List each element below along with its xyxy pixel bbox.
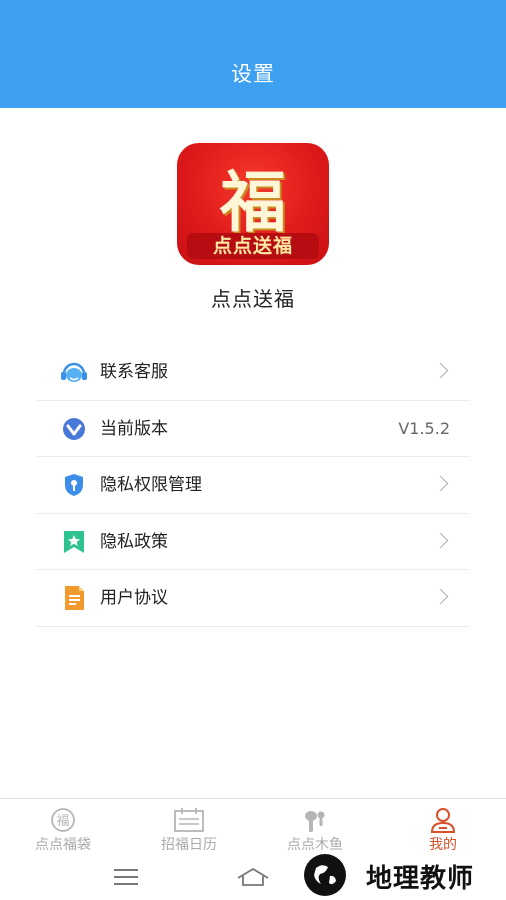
logo-fu-character: 福 (220, 163, 286, 241)
watermark: 地理教师 (294, 852, 504, 900)
chevron-right-icon (432, 475, 449, 492)
tab-label: 招福日历 (161, 837, 217, 853)
app-name: 点点送福 (211, 287, 295, 311)
menu-label: 联系客服 (100, 362, 168, 382)
chevron-right-icon (432, 532, 449, 548)
bookmark-star-icon (64, 530, 84, 553)
calendar-icon (174, 808, 204, 832)
menu-icon[interactable] (114, 869, 138, 890)
chevron-right-icon (432, 588, 449, 605)
menu-item-privacy-permissions[interactable]: 隐私权限管理 (36, 457, 470, 514)
logo-band-text: 点点送福 (187, 233, 319, 259)
tab-label: 点点福袋 (35, 837, 91, 853)
menu-item-user-agreement[interactable]: 用户协议 (36, 570, 470, 627)
page-title: 设置 (231, 62, 275, 86)
menu-label: 当前版本 (100, 418, 168, 439)
menu-item-current-version[interactable]: 当前版本 V1.5.2 (36, 401, 470, 457)
svg-text:福: 福 (56, 814, 69, 829)
menu-label: 用户协议 (100, 588, 168, 608)
menu-label: 隐私权限管理 (100, 475, 202, 495)
tab-wooden-fish[interactable]: 点点木鱼 (252, 799, 378, 857)
customer-service-icon (61, 362, 87, 382)
chevron-right-icon (432, 362, 449, 379)
settings-menu: 联系客服 当前版本 V1.5.2 隐私权限管理 隐私政策 用户协议 (36, 344, 470, 627)
wooden-fish-icon (305, 811, 325, 832)
privacy-shield-icon (65, 474, 83, 496)
menu-item-privacy-policy[interactable]: 隐私政策 (36, 514, 470, 570)
top-header: 设置 (0, 0, 506, 108)
watermark-text: 地理教师 (366, 864, 475, 894)
menu-label: 隐私政策 (100, 531, 168, 552)
tab-label: 点点木鱼 (287, 837, 343, 853)
tab-label: 我的 (429, 837, 457, 853)
version-icon (63, 417, 85, 440)
tab-calendar[interactable]: 招福日历 (126, 799, 252, 857)
app-logo: 福 点点送福 (177, 143, 329, 265)
home-icon[interactable] (236, 866, 270, 888)
document-icon (65, 586, 84, 610)
fortune-bag-icon: 福 (51, 808, 75, 832)
profile-icon (430, 808, 456, 833)
bottom-tab-bar: 福 点点福袋 招福日历 点点木鱼 我的 (0, 798, 506, 856)
menu-item-customer-service[interactable]: 联系客服 (36, 344, 470, 401)
globe-icon (304, 854, 346, 896)
tab-fortune-bag[interactable]: 福 点点福袋 (0, 799, 126, 857)
version-value: V1.5.2 (398, 418, 450, 438)
tab-profile[interactable]: 我的 (380, 799, 506, 857)
